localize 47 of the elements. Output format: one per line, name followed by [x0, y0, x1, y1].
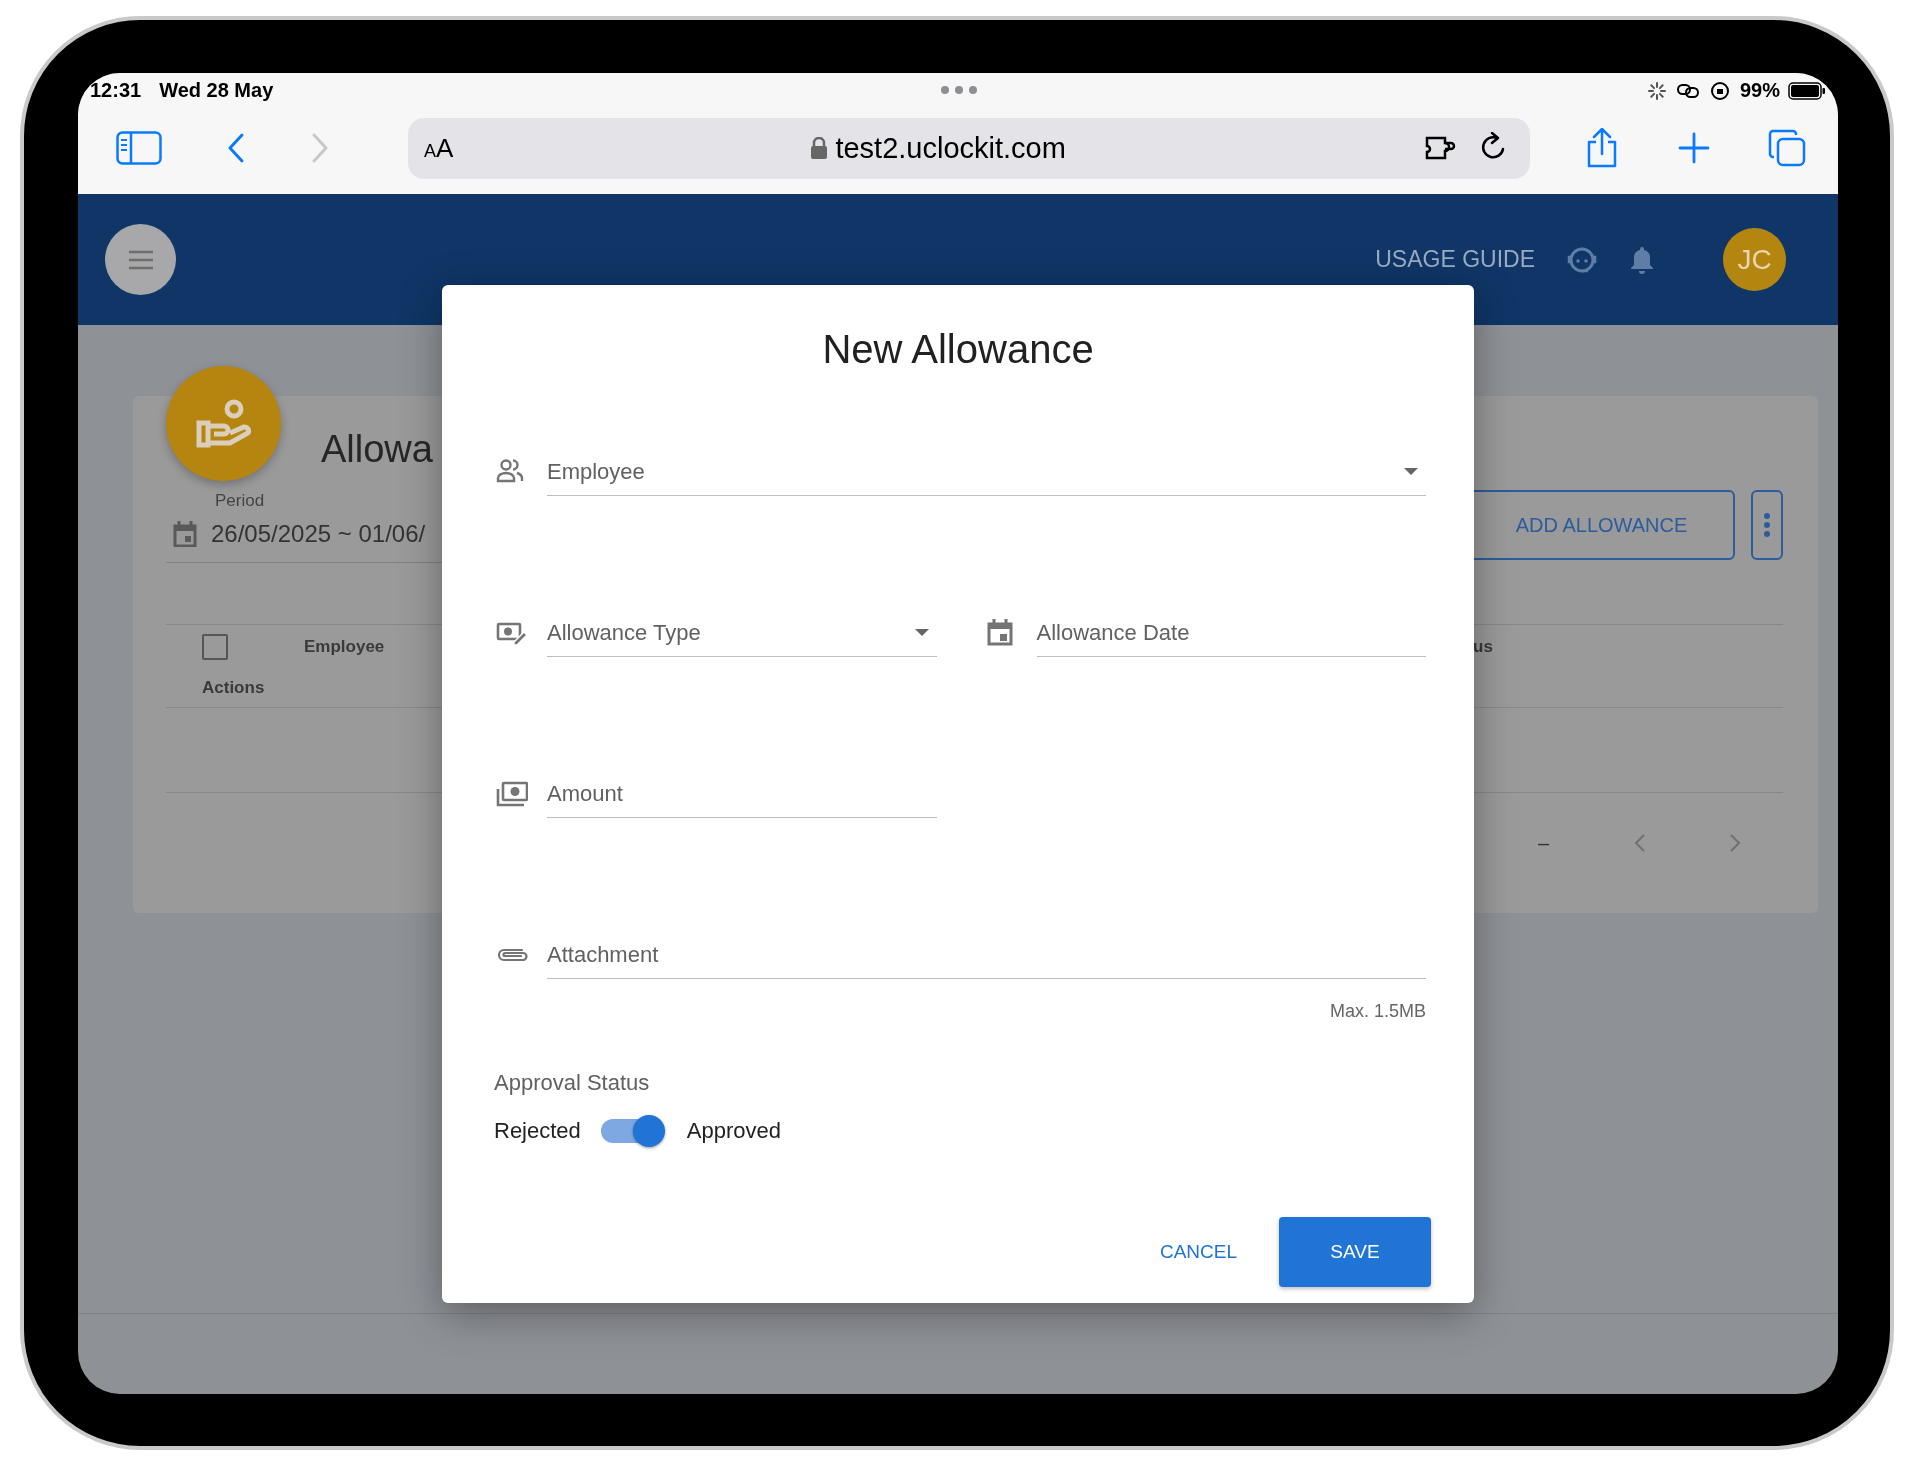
- cancel-button[interactable]: CANCEL: [1149, 1229, 1247, 1275]
- usage-guide-link[interactable]: USAGE GUIDE: [1375, 246, 1535, 273]
- hand-coin-icon: [195, 398, 252, 449]
- caret-icon: [914, 629, 929, 636]
- tabs-icon[interactable]: [1768, 129, 1806, 167]
- input-field[interactable]: Amount: [547, 770, 937, 818]
- dialog-title: New Allowance: [821, 326, 1095, 373]
- text-size-button[interactable]: AA: [424, 132, 454, 164]
- column-header: us: [1473, 637, 1494, 657]
- file-field[interactable]: Attachment: [547, 931, 1426, 979]
- toggle-label: Rejected: [494, 1118, 581, 1144]
- sidebar-icon[interactable]: [116, 131, 162, 165]
- field-label: Period: [215, 490, 266, 512]
- orientation-lock-icon: [1709, 80, 1730, 101]
- date-field[interactable]: Allowance Date: [1036, 609, 1426, 657]
- save-button[interactable]: SAVE: [1279, 1217, 1431, 1287]
- share-icon[interactable]: [1586, 128, 1618, 168]
- url-text: test2.uclockit.com: [835, 131, 1066, 165]
- field-label: Approval Status: [494, 1069, 651, 1097]
- page-title: Allowa: [321, 427, 434, 472]
- toggle-label: Approved: [686, 1118, 782, 1144]
- add-tab-icon[interactable]: [1678, 132, 1710, 164]
- link-icon: [1675, 81, 1700, 100]
- column-header: Employee: [304, 637, 386, 657]
- loading-icon: [1647, 81, 1666, 100]
- battery-percent: 99%: [1739, 79, 1780, 102]
- caret-icon: [1404, 468, 1418, 475]
- select-field[interactable]: Allowance Type: [547, 609, 937, 657]
- page-range: –: [1538, 831, 1551, 855]
- back-icon[interactable]: [226, 132, 246, 164]
- menu-icon: [127, 249, 154, 270]
- address-bar[interactable]: AA test2.uclockit.com: [408, 117, 1530, 179]
- calendar-icon: [173, 521, 197, 547]
- column-header: Actions: [202, 678, 266, 698]
- cash-icon: [496, 779, 528, 809]
- select-field[interactable]: Employee: [547, 448, 1426, 496]
- status-time: 12:31: [90, 79, 142, 102]
- bell-icon[interactable]: [1629, 244, 1655, 275]
- lock-icon: [811, 137, 828, 159]
- more-button[interactable]: [1751, 490, 1783, 560]
- more-icon[interactable]: [940, 85, 978, 95]
- support-agent-icon[interactable]: [1567, 245, 1597, 274]
- field-hint: Max. 1.5MB: [1329, 1001, 1426, 1022]
- status-date: Wed 28 May: [159, 79, 274, 102]
- battery-icon: [1788, 81, 1826, 100]
- more-vertical-icon: [1763, 513, 1771, 537]
- select-all-checkbox[interactable]: [202, 634, 228, 660]
